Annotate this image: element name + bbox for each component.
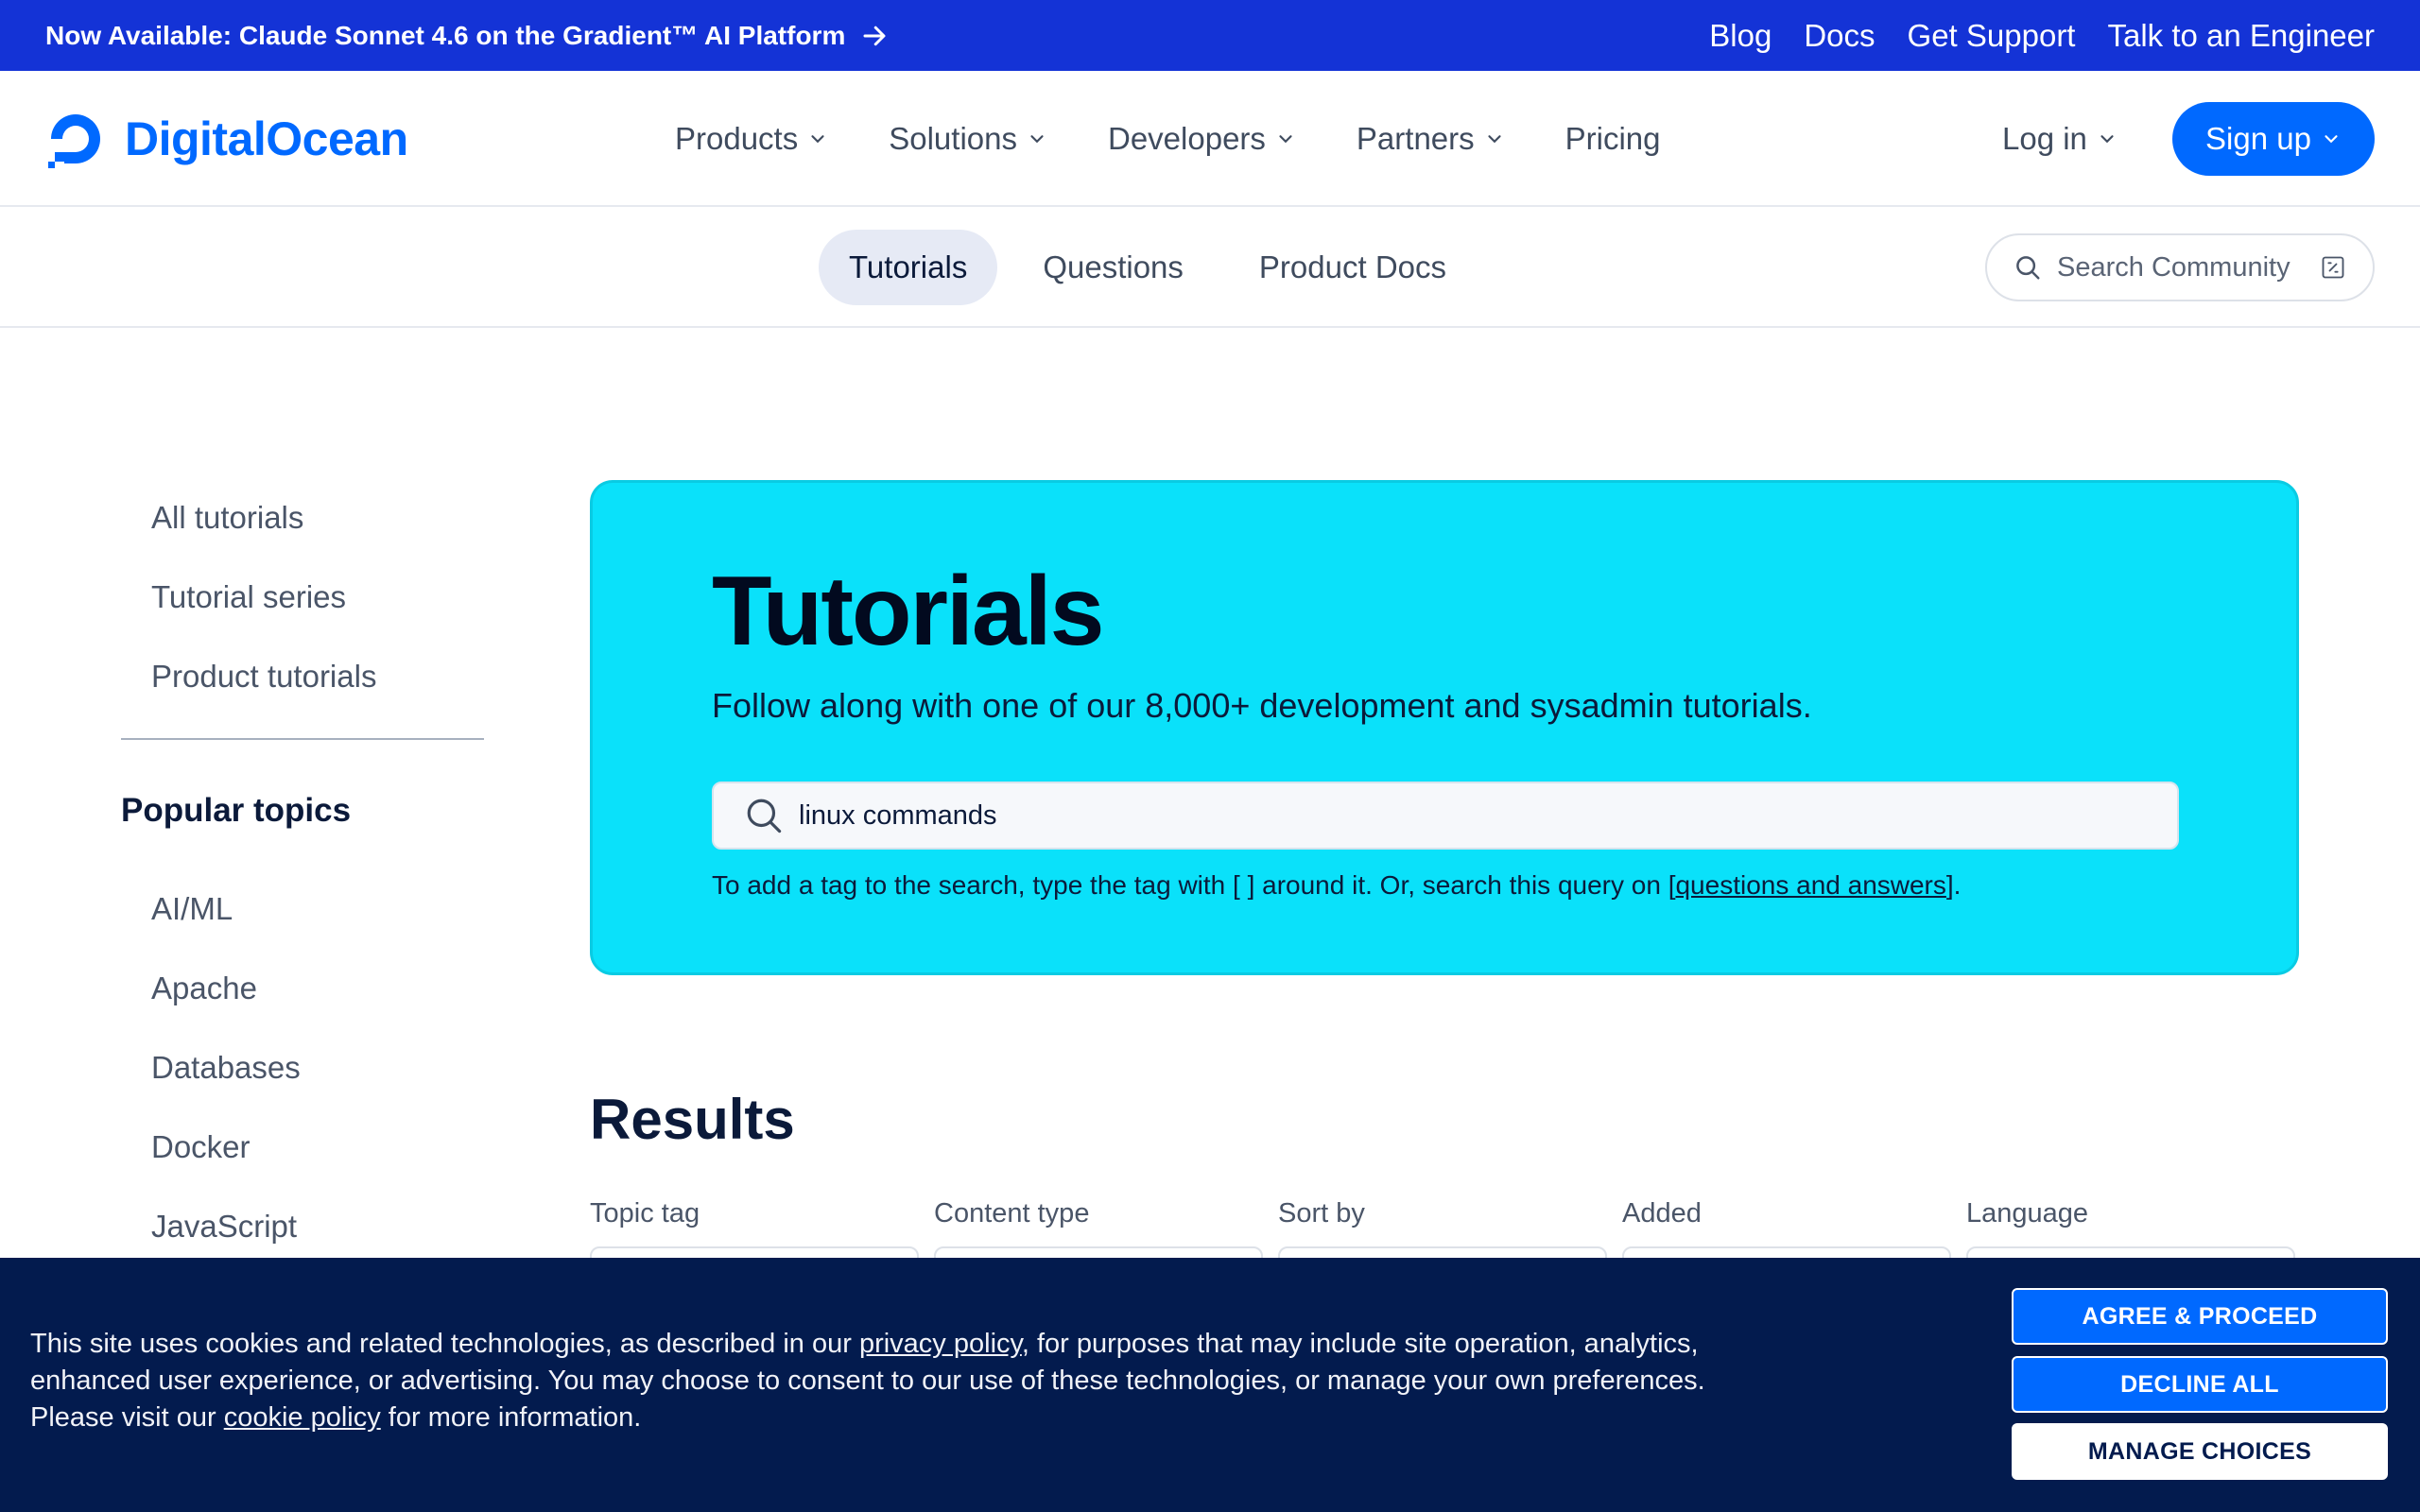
filter-label: Topic tag: [590, 1198, 700, 1228]
nav-developers-label: Developers: [1108, 121, 1266, 156]
chevron-down-icon: [2325, 135, 2338, 144]
popular-topics-heading: Popular topics: [121, 792, 352, 829]
filter-label: Language: [1966, 1198, 2089, 1228]
keyboard-shortcut-icon: [2322, 256, 2344, 279]
nav-partners-label: Partners: [1356, 121, 1475, 156]
digitalocean-logo[interactable]: DigitalOcean: [45, 109, 408, 169]
manage-choices-button[interactable]: MANAGE CHOICES: [2012, 1423, 2388, 1480]
chevron-down-icon: [1488, 135, 1501, 144]
utility-links: Blog Docs Get Support Talk to an Enginee…: [1709, 18, 2375, 54]
search-query-value: linux commands: [799, 799, 997, 831]
sidebar-item-all-tutorials[interactable]: All tutorials: [121, 487, 484, 566]
docs-link[interactable]: Docs: [1804, 18, 1875, 54]
community-subnav: Tutorials Questions Product Docs Search …: [0, 207, 2420, 328]
arrow-right-icon: [863, 26, 886, 45]
hero-subtitle: Follow along with one of our 8,000+ deve…: [712, 686, 1812, 725]
blog-link[interactable]: Blog: [1709, 18, 1772, 54]
results-heading: Results: [590, 1088, 795, 1151]
login-label: Log in: [2002, 121, 2087, 156]
filter-label: Sort by: [1278, 1198, 1365, 1228]
signup-label: Sign up: [2205, 121, 2311, 156]
announcement-link[interactable]: Now Available: Claude Sonnet 4.6 on the …: [45, 21, 889, 51]
filter-label: Added: [1622, 1198, 1702, 1228]
tutorials-sidebar: All tutorials Tutorial series Product tu…: [121, 487, 484, 1275]
sidebar-item-product-tutorials[interactable]: Product tutorials: [121, 645, 484, 725]
questions-and-answers-link[interactable]: questions and answers: [1675, 870, 1945, 900]
tab-tutorials[interactable]: Tutorials: [819, 230, 998, 305]
tutorial-search-input[interactable]: linux commands: [712, 782, 2179, 850]
login-button[interactable]: Log in: [2002, 116, 2118, 162]
topic-databases[interactable]: Databases: [121, 1037, 484, 1116]
cookie-text: This site uses cookies and related techn…: [30, 1326, 1789, 1436]
search-hint-end: ].: [1945, 870, 1962, 900]
primary-nav: Products Solutions Developers Partners P…: [675, 71, 1721, 207]
brand-name: DigitalOcean: [125, 112, 408, 165]
community-tabs: Tutorials Questions Product Docs: [819, 230, 1492, 305]
cookie-text-part-1: This site uses cookies and related techn…: [30, 1329, 859, 1359]
privacy-policy-link[interactable]: privacy policy: [859, 1329, 1022, 1359]
search-hint-text: To add a tag to the search, type the tag…: [712, 870, 1676, 900]
decline-all-button[interactable]: DECLINE ALL: [2012, 1356, 2388, 1413]
community-search-button[interactable]: Search Community: [1985, 233, 2375, 301]
tab-product-docs[interactable]: Product Docs: [1229, 230, 1477, 305]
nav-developers[interactable]: Developers: [1108, 121, 1296, 157]
topic-apache[interactable]: Apache: [121, 957, 484, 1037]
search-icon: [747, 799, 782, 833]
chevron-down-icon: [2100, 135, 2114, 144]
nav-products[interactable]: Products: [675, 121, 828, 157]
nav-solutions[interactable]: Solutions: [889, 121, 1047, 157]
cookie-text-part-3: for more information.: [380, 1402, 642, 1433]
get-support-link[interactable]: Get Support: [1908, 18, 2076, 54]
tab-questions[interactable]: Questions: [1012, 230, 1214, 305]
search-icon: [2016, 256, 2040, 280]
digitalocean-logo-icon: [48, 114, 100, 168]
announcement-bar: Now Available: Claude Sonnet 4.6 on the …: [0, 0, 2420, 71]
chevron-down-icon: [811, 135, 824, 144]
agree-proceed-button[interactable]: AGREE & PROCEED: [2012, 1288, 2388, 1345]
talk-to-engineer-link[interactable]: Talk to an Engineer: [2107, 18, 2375, 54]
sidebar-divider: [121, 738, 484, 740]
signup-button[interactable]: Sign up: [2172, 102, 2375, 176]
nav-partners[interactable]: Partners: [1357, 121, 1505, 157]
page-title: Tutorials: [712, 557, 1104, 666]
community-search-label: Search Community: [2057, 251, 2290, 283]
tutorials-hero: Tutorials Follow along with one of our 8…: [590, 480, 2299, 975]
search-hint: To add a tag to the search, type the tag…: [712, 870, 2296, 901]
topic-docker[interactable]: Docker: [121, 1116, 484, 1195]
announcement-text: Now Available: Claude Sonnet 4.6 on the …: [45, 20, 846, 50]
nav-products-label: Products: [675, 121, 799, 156]
topic-ai-ml[interactable]: AI/ML: [121, 878, 484, 957]
nav-solutions-label: Solutions: [889, 121, 1017, 156]
cookie-consent-banner: This site uses cookies and related techn…: [0, 1258, 2420, 1512]
filter-label: Content type: [934, 1198, 1090, 1228]
cookie-policy-link[interactable]: cookie policy: [224, 1402, 381, 1433]
sidebar-item-tutorial-series[interactable]: Tutorial series: [121, 566, 484, 645]
nav-pricing[interactable]: Pricing: [1565, 121, 1661, 157]
chevron-down-icon: [1030, 135, 1044, 144]
chevron-down-icon: [1279, 135, 1292, 144]
main-navigation: DigitalOcean Products Solutions Develope…: [0, 71, 2420, 207]
